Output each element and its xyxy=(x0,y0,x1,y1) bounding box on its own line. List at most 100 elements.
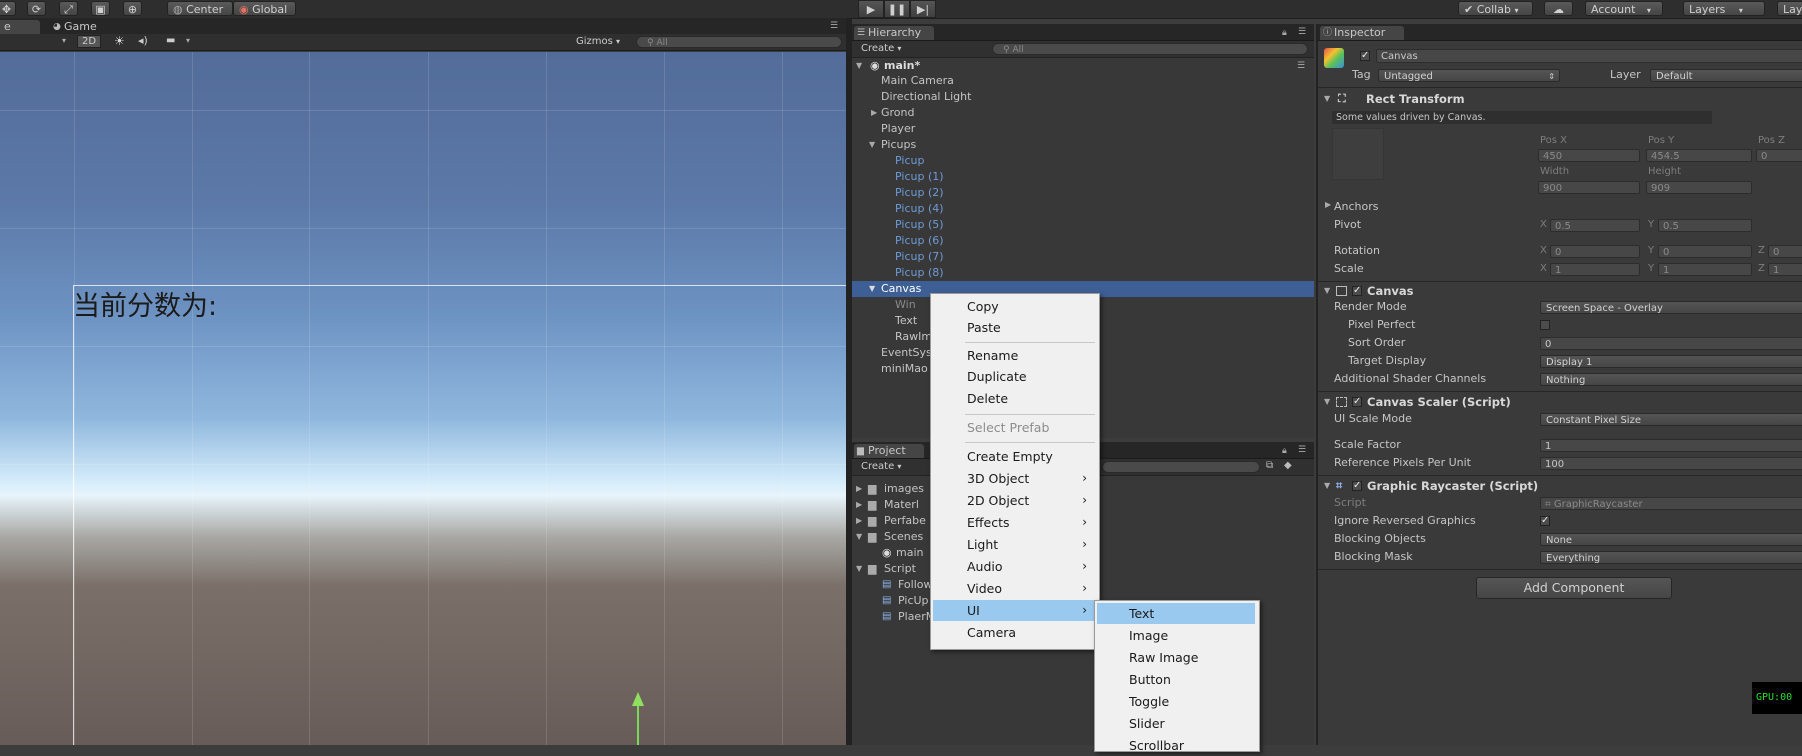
pixel-perfect-checkbox[interactable] xyxy=(1540,320,1550,330)
posy-field[interactable]: 454.5 xyxy=(1646,149,1752,162)
collapsed-arrow-icon[interactable]: ▶ xyxy=(856,497,862,513)
submenu-item-slider[interactable]: Slider xyxy=(1097,713,1255,734)
target-display-dropdown[interactable]: Display 1 xyxy=(1540,355,1802,368)
rect-tool-icon[interactable]: ▣ xyxy=(91,1,110,16)
tag-dropdown[interactable]: Untagged ⇕ xyxy=(1378,69,1560,82)
audio-icon[interactable]: ◂) xyxy=(138,34,148,47)
expand-arrow-icon[interactable]: ▼ xyxy=(1324,90,1330,108)
expand-arrow-icon[interactable]: ▼ xyxy=(1324,393,1330,411)
script-field[interactable]: ⌗ GraphicRaycaster xyxy=(1540,497,1802,510)
layer-dropdown[interactable]: Default xyxy=(1650,69,1802,82)
panel-options-icon[interactable]: ☰ xyxy=(1298,27,1306,37)
active-checkbox[interactable]: ✓ xyxy=(1360,51,1370,61)
width-field[interactable]: 900 xyxy=(1538,181,1640,194)
ref-ppu-field[interactable]: 100 xyxy=(1540,457,1802,470)
render-mode-dropdown[interactable]: Screen Space - Overlay xyxy=(1540,301,1802,314)
submenu-item-text[interactable]: Text xyxy=(1097,603,1255,624)
tab-project[interactable]: ▆ Project xyxy=(854,444,924,458)
hierarchy-item[interactable]: Main Camera xyxy=(852,73,1314,89)
add-component-button[interactable]: Add Component xyxy=(1476,577,1672,599)
collapsed-arrow-icon[interactable]: ▶ xyxy=(1325,200,1331,209)
scene-search-input[interactable]: ⚲ All xyxy=(636,36,842,48)
menu-item-duplicate[interactable]: Duplicate xyxy=(933,366,1095,387)
canvas-scaler-header[interactable]: ▼ ✓ Canvas Scaler (Script) xyxy=(1318,393,1802,411)
raycaster-enabled-checkbox[interactable]: ✓ xyxy=(1352,481,1362,491)
lock-icon[interactable]: 🔒︎ xyxy=(1282,446,1287,456)
menu-item-ui[interactable]: UI › xyxy=(933,600,1095,621)
menu-item-video[interactable]: Video › xyxy=(933,578,1095,599)
canvas-enabled-checkbox[interactable]: ✓ xyxy=(1352,286,1362,296)
submenu-item-toggle[interactable]: Toggle xyxy=(1097,691,1255,712)
posx-field[interactable]: 450 xyxy=(1538,149,1640,162)
submenu-item-raw-image[interactable]: Raw Image xyxy=(1097,647,1255,668)
expand-arrow-icon[interactable]: ▼ xyxy=(869,137,875,153)
pivot-center-button[interactable]: ◍ Center xyxy=(167,1,233,16)
account-dropdown[interactable]: Account ▾ xyxy=(1585,1,1663,16)
chevron-down-icon[interactable]: ▾ xyxy=(62,36,66,45)
hierarchy-item[interactable]: Picup (8) xyxy=(852,265,1314,281)
shader-channels-dropdown[interactable]: Nothing xyxy=(1540,373,1802,386)
hierarchy-item[interactable]: Picup (7) xyxy=(852,249,1314,265)
chevron-down-icon[interactable]: ▾ xyxy=(186,36,190,45)
filter-type-icon[interactable]: ⧉ xyxy=(1266,460,1273,471)
posz-field[interactable]: 0 xyxy=(1756,149,1802,162)
rect-transform-header[interactable]: ▼ ⛶ Rect Transform xyxy=(1318,90,1802,108)
canvas-component-header[interactable]: ▼ ✓ Canvas xyxy=(1318,282,1802,300)
expand-arrow-icon[interactable]: ▼ xyxy=(856,58,862,74)
anchor-presets-button[interactable] xyxy=(1332,128,1384,180)
layers-dropdown[interactable]: Layers ▾ xyxy=(1683,1,1765,16)
play-button[interactable]: ▶ xyxy=(858,0,884,18)
pivot-y-field[interactable]: 0.5 xyxy=(1658,219,1752,232)
graphic-raycaster-header[interactable]: ▼ ⌗ ✓ Graphic Raycaster (Script) xyxy=(1318,477,1802,495)
expand-arrow-icon[interactable]: ▼ xyxy=(856,529,862,545)
hierarchy-item[interactable]: ▶ Grond xyxy=(852,105,1314,121)
scale-x-field[interactable]: 1 xyxy=(1550,263,1640,276)
filter-label-icon[interactable]: ◆ xyxy=(1284,460,1292,471)
object-name-input[interactable]: Canvas xyxy=(1376,49,1802,63)
panel-options-icon[interactable]: ☰ xyxy=(1298,445,1306,455)
effects-icon[interactable]: ▬ xyxy=(166,35,175,46)
collapsed-arrow-icon[interactable]: ▶ xyxy=(856,513,862,529)
pause-button[interactable]: ❚❚ xyxy=(884,0,910,18)
submenu-item-button[interactable]: Button xyxy=(1097,669,1255,690)
hierarchy-item[interactable]: Picup (1) xyxy=(852,169,1314,185)
blocking-mask-dropdown[interactable]: Everything xyxy=(1540,551,1802,564)
expand-arrow-icon[interactable]: ▼ xyxy=(1324,477,1330,495)
hierarchy-item[interactable]: Directional Light xyxy=(852,89,1314,105)
rotation-z-field[interactable]: 0 xyxy=(1768,245,1802,258)
tab-hierarchy[interactable]: ☰ Hierarchy xyxy=(854,26,934,40)
rotation-y-field[interactable]: 0 xyxy=(1658,245,1752,258)
submenu-item-image[interactable]: Image xyxy=(1097,625,1255,646)
menu-item-2d-object[interactable]: 2D Object › xyxy=(933,490,1095,511)
hierarchy-item[interactable]: Picup (4) xyxy=(852,201,1314,217)
hierarchy-item[interactable]: Picup xyxy=(852,153,1314,169)
hierarchy-create-dropdown[interactable]: Create ▾ xyxy=(861,43,901,54)
panel-options-icon[interactable]: ☰ xyxy=(830,21,838,31)
rotation-x-field[interactable]: 0 xyxy=(1550,245,1640,258)
space-global-button[interactable]: ◉ Global xyxy=(233,1,296,16)
hierarchy-item[interactable]: Picup (2) xyxy=(852,185,1314,201)
hierarchy-item[interactable]: Picup (5) xyxy=(852,217,1314,233)
submenu-item-scrollbar[interactable]: Scrollbar xyxy=(1097,735,1255,756)
blocking-objects-dropdown[interactable]: None xyxy=(1540,533,1802,546)
tab-scene[interactable]: e xyxy=(0,20,40,34)
scale-tool-icon[interactable]: ⤢ xyxy=(59,1,78,16)
menu-item-light[interactable]: Light › xyxy=(933,534,1095,555)
menu-item-copy[interactable]: Copy xyxy=(933,296,1095,317)
menu-item-rename[interactable]: Rename xyxy=(933,345,1095,366)
hierarchy-item[interactable]: Picup (6) xyxy=(852,233,1314,249)
scene-options-icon[interactable]: ☰ xyxy=(1297,58,1305,74)
pivot-x-field[interactable]: 0.5 xyxy=(1550,219,1640,232)
hierarchy-item[interactable]: ▼ Picups xyxy=(852,137,1314,153)
tab-inspector[interactable]: ⓘ Inspector xyxy=(1320,26,1404,40)
menu-item-audio[interactable]: Audio › xyxy=(933,556,1095,577)
project-create-dropdown[interactable]: Create ▾ xyxy=(861,461,901,472)
scene-view[interactable]: 当前分数为: xyxy=(0,52,846,745)
step-button[interactable]: ▶| xyxy=(910,0,936,18)
move-tool-icon[interactable]: ✥ xyxy=(0,1,16,16)
canvas-scaler-enabled-checkbox[interactable]: ✓ xyxy=(1352,397,1362,407)
project-search-input[interactable] xyxy=(1102,461,1260,473)
collapsed-arrow-icon[interactable]: ▶ xyxy=(871,105,877,121)
menu-item-camera[interactable]: Camera xyxy=(933,622,1095,643)
gizmos-dropdown[interactable]: Gizmos ▾ xyxy=(576,36,620,47)
